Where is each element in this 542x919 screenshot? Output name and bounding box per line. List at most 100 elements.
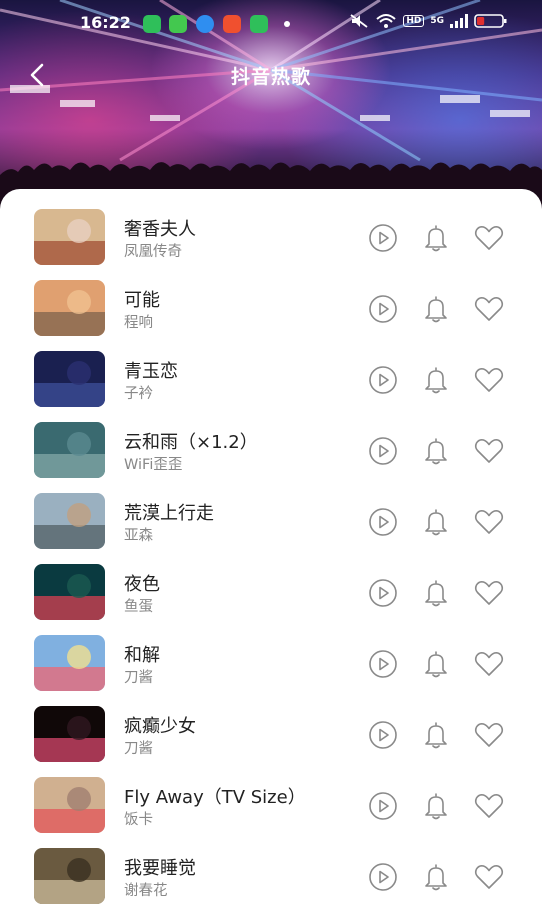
chat-notification-icon — [196, 15, 214, 33]
song-title: 夜色 — [124, 574, 160, 595]
favorite-button[interactable] — [472, 789, 506, 823]
bell-icon — [425, 793, 447, 820]
favorite-button[interactable] — [472, 718, 506, 752]
album-cover[interactable] — [34, 777, 105, 833]
album-cover[interactable] — [34, 280, 105, 336]
set-ringtone-button[interactable] — [419, 505, 453, 539]
song-title: 青玉恋 — [124, 361, 178, 382]
song-artist: 饭卡 — [124, 812, 153, 828]
song-title: 我要睡觉 — [124, 858, 196, 879]
play-button[interactable] — [366, 434, 400, 468]
song-row[interactable]: 云和雨（×1.2） WiFi歪歪 — [0, 422, 542, 493]
song-title: 疯癫少女 — [124, 716, 196, 737]
play-circle-icon — [369, 295, 397, 323]
favorite-button[interactable] — [472, 221, 506, 255]
play-button[interactable] — [366, 505, 400, 539]
heart-icon — [474, 865, 504, 889]
album-cover[interactable] — [34, 351, 105, 407]
hd-badge: HD — [403, 15, 425, 27]
song-title: Fly Away（TV Size） — [124, 787, 306, 808]
song-artist: 谢春花 — [124, 883, 168, 899]
bell-icon — [425, 225, 447, 252]
heart-icon — [474, 794, 504, 818]
page-title: 抖音热歌 — [230, 66, 311, 88]
header-banner: 16:22 HD 5G 抖音热歌 — [0, 0, 542, 215]
album-cover[interactable] — [34, 493, 105, 549]
play-button[interactable] — [366, 363, 400, 397]
heart-icon — [474, 226, 504, 250]
song-row[interactable]: Fly Away（TV Size） 饭卡 — [0, 777, 542, 848]
heart-icon — [474, 368, 504, 392]
album-cover[interactable] — [34, 848, 105, 904]
song-row[interactable]: 夜色 鱼蛋 — [0, 564, 542, 635]
song-list: 奢香夫人 凤凰传奇 可能 程响 青玉恋 子衿 云和雨（×1.2） WiFi歪歪 … — [0, 189, 542, 919]
album-cover[interactable] — [34, 635, 105, 691]
navigation-bar: 抖音热歌 — [0, 50, 542, 100]
song-title: 和解 — [124, 645, 160, 666]
favorite-button[interactable] — [472, 576, 506, 610]
signal-icon — [450, 14, 468, 28]
play-circle-icon — [369, 792, 397, 820]
song-artist: 子衿 — [124, 386, 153, 402]
album-cover[interactable] — [34, 564, 105, 620]
video-notification-icon — [223, 15, 241, 33]
mute-icon — [350, 14, 368, 28]
favorite-button[interactable] — [472, 292, 506, 326]
song-artist: WiFi歪歪 — [124, 457, 183, 473]
song-title: 云和雨（×1.2） — [124, 432, 258, 453]
favorite-button[interactable] — [472, 860, 506, 894]
play-button[interactable] — [366, 789, 400, 823]
set-ringtone-button[interactable] — [419, 718, 453, 752]
play-circle-icon — [369, 721, 397, 749]
bell-icon — [425, 580, 447, 607]
play-button[interactable] — [366, 576, 400, 610]
bell-icon — [425, 509, 447, 536]
bell-icon — [425, 367, 447, 394]
message-notification-icon — [169, 15, 187, 33]
set-ringtone-button[interactable] — [419, 221, 453, 255]
set-ringtone-button[interactable] — [419, 434, 453, 468]
status-bar: 16:22 HD 5G — [0, 0, 542, 46]
song-artist: 鱼蛋 — [124, 599, 153, 615]
set-ringtone-button[interactable] — [419, 292, 453, 326]
play-button[interactable] — [366, 292, 400, 326]
play-circle-icon — [369, 579, 397, 607]
song-row[interactable]: 可能 程响 — [0, 280, 542, 351]
set-ringtone-button[interactable] — [419, 576, 453, 610]
play-circle-icon — [369, 437, 397, 465]
favorite-button[interactable] — [472, 647, 506, 681]
set-ringtone-button[interactable] — [419, 363, 453, 397]
bell-icon — [425, 296, 447, 323]
song-row[interactable]: 荒漠上行走 亚森 — [0, 493, 542, 564]
heart-icon — [474, 439, 504, 463]
song-row[interactable]: 青玉恋 子衿 — [0, 351, 542, 422]
favorite-button[interactable] — [472, 434, 506, 468]
song-title: 奢香夫人 — [124, 219, 196, 240]
camera-notification-icon — [250, 15, 268, 33]
bell-icon — [425, 651, 447, 678]
favorite-button[interactable] — [472, 363, 506, 397]
album-cover[interactable] — [34, 422, 105, 478]
song-title: 荒漠上行走 — [124, 503, 214, 524]
play-button[interactable] — [366, 221, 400, 255]
play-circle-icon — [369, 863, 397, 891]
wifi-icon — [376, 14, 396, 28]
album-cover[interactable] — [34, 209, 105, 265]
song-title: 可能 — [124, 290, 160, 311]
play-button[interactable] — [366, 860, 400, 894]
play-button[interactable] — [366, 718, 400, 752]
song-row[interactable]: 奢香夫人 凤凰传奇 — [0, 209, 542, 280]
battery-icon — [474, 14, 507, 28]
heart-icon — [474, 297, 504, 321]
favorite-button[interactable] — [472, 505, 506, 539]
play-button[interactable] — [366, 647, 400, 681]
song-row[interactable]: 疯癫少女 刀酱 — [0, 706, 542, 777]
set-ringtone-button[interactable] — [419, 647, 453, 681]
song-row[interactable]: 我要睡觉 谢春花 — [0, 848, 542, 919]
set-ringtone-button[interactable] — [419, 789, 453, 823]
more-notifications-dot-icon — [284, 21, 290, 27]
play-circle-icon — [369, 508, 397, 536]
set-ringtone-button[interactable] — [419, 860, 453, 894]
album-cover[interactable] — [34, 706, 105, 762]
song-row[interactable]: 和解 刀酱 — [0, 635, 542, 706]
